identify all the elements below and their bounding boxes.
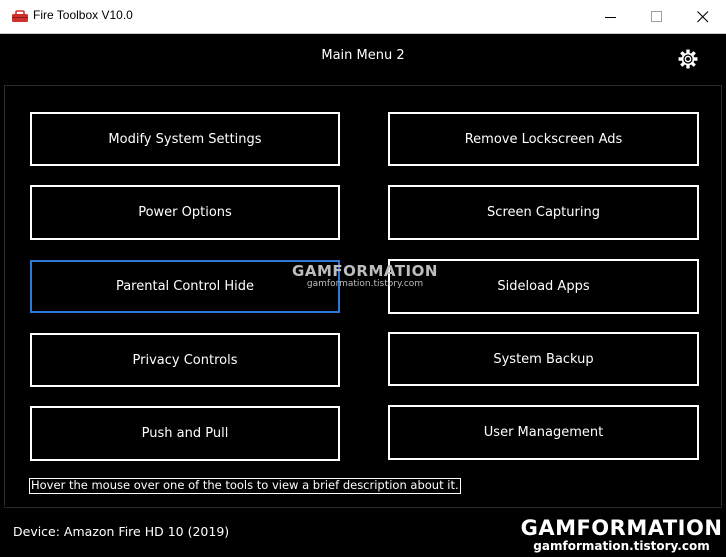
watermark-corner-url: gamformation.tistory.com (533, 539, 710, 553)
user-management-button[interactable]: User Management (388, 405, 699, 460)
minimize-button[interactable] (588, 0, 634, 33)
menu-header: Main Menu 2 (4, 35, 722, 86)
power-options-button[interactable]: Power Options (30, 185, 340, 240)
tool-description-hint: Hover the mouse over one of the tools to… (29, 478, 461, 494)
close-button[interactable] (680, 0, 726, 33)
modify-system-settings-button[interactable]: Modify System Settings (30, 112, 340, 166)
close-icon (697, 11, 709, 23)
maximize-icon (651, 11, 662, 22)
sideload-apps-button[interactable]: Sideload Apps (388, 259, 699, 314)
system-backup-button[interactable]: System Backup (388, 332, 699, 386)
fire-toolbox-icon (12, 10, 28, 22)
maximize-button[interactable] (634, 0, 680, 33)
title-bar[interactable]: Fire Toolbox V10.0 (0, 0, 726, 34)
page-title: Main Menu 2 (321, 48, 405, 63)
minimize-icon (605, 17, 616, 18)
watermark-corner: GAMFORMATION gamformation.tistory.com (519, 516, 724, 553)
gear-icon[interactable] (678, 49, 698, 69)
watermark-corner-brand: GAMFORMATION (520, 516, 723, 540)
privacy-controls-button[interactable]: Privacy Controls (30, 333, 340, 387)
menu-panel: Modify System Settings Power Options Par… (4, 86, 722, 506)
parental-control-hide-button[interactable]: Parental Control Hide (30, 260, 340, 313)
push-and-pull-button[interactable]: Push and Pull (30, 406, 340, 461)
remove-lockscreen-ads-button[interactable]: Remove Lockscreen Ads (388, 112, 699, 166)
screen-capturing-button[interactable]: Screen Capturing (388, 185, 699, 240)
window-title: Fire Toolbox V10.0 (33, 8, 133, 22)
device-label: Device: Amazon Fire HD 10 (2019) (13, 524, 230, 539)
